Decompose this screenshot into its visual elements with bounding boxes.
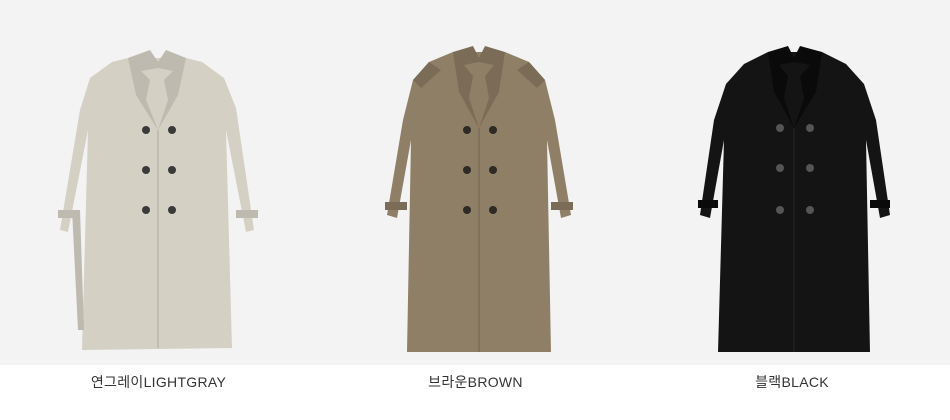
product-photo-brown[interactable] xyxy=(317,0,634,365)
product-card-lightgray[interactable]: 연그레이LIGHTGRAY xyxy=(0,0,317,420)
product-color-row: 연그레이LIGHTGRAY 브라운BROWN 블랙BLACK xyxy=(0,0,950,420)
trench-coat-image xyxy=(58,50,258,350)
product-photo-lightgray[interactable] xyxy=(0,0,317,365)
color-option-label: 블랙BLACK xyxy=(755,374,829,390)
color-option-label: 브라운BROWN xyxy=(428,374,523,390)
trench-coat-image xyxy=(385,46,573,352)
product-card-brown[interactable]: 브라운BROWN xyxy=(317,0,634,420)
product-card-black[interactable]: 블랙BLACK xyxy=(634,0,950,420)
trench-coat-image xyxy=(698,46,890,352)
product-photo-black[interactable] xyxy=(634,0,950,365)
color-option-label: 연그레이LIGHTGRAY xyxy=(90,374,227,390)
